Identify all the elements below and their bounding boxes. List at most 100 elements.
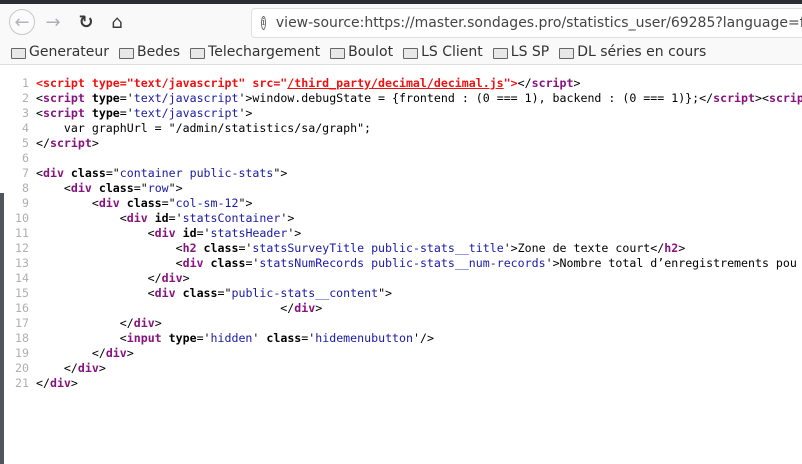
code-text: "> <box>168 181 183 195</box>
source-line: 20 </div> <box>0 361 802 376</box>
url-text[interactable]: view-source:https://master.sondages.pro/… <box>276 15 802 31</box>
tag-name: script <box>531 76 574 90</box>
folder-icon <box>403 47 419 59</box>
code-text: </ <box>36 376 50 390</box>
bookmarks-bar: Generateur Bedes Telechargement Boulot LS Cl… <box>0 40 802 65</box>
bookmark-label: DL séries en cours <box>577 44 707 60</box>
attribute-value: hidden <box>210 331 253 345</box>
tag-name: script <box>42 106 85 120</box>
browser-toolbar: ← → ↻ ⌂ i view-source:https://master.son… <box>0 4 802 40</box>
home-icon: ⌂ <box>111 11 123 33</box>
line-number: 20 <box>15 361 29 375</box>
line-number: 13 <box>15 256 29 270</box>
arrow-right-icon: → <box>45 11 61 33</box>
forward-button[interactable]: → <box>40 9 66 35</box>
reload-button[interactable]: ↻ <box>73 9 99 35</box>
attribute-name: class <box>70 166 106 180</box>
source-line: 21 </div> <box>0 376 802 391</box>
bookmark-folder[interactable]: LS SP <box>492 44 550 60</box>
code-text: =' <box>196 331 211 345</box>
code-text: < <box>36 241 183 255</box>
home-button[interactable]: ⌂ <box>104 9 130 35</box>
attribute-value: statsNumRecords public-stats__num-record… <box>259 256 546 270</box>
code-text: < <box>36 181 71 195</box>
tag-name: div <box>154 226 176 240</box>
code-text: '>Zone de texte court</ <box>503 241 665 255</box>
code-text: < <box>36 106 43 120</box>
folder-icon <box>559 47 575 59</box>
code-text: =" <box>105 166 120 180</box>
code-text: < <box>36 91 43 105</box>
info-icon[interactable]: i <box>261 16 266 30</box>
bookmark-label: LS Client <box>421 44 483 60</box>
url-bar[interactable]: i view-source:https://master.sondages.pr… <box>251 8 802 38</box>
bookmark-folder[interactable]: Generateur <box>11 44 109 60</box>
source-code: <div class="row"> <box>36 181 183 196</box>
source-line: 2 <script type='text/javascript'>window.d… <box>0 91 802 106</box>
line-number: 5 <box>22 136 29 150</box>
code-text: </ <box>36 271 162 285</box>
source-code: <input type='hidden' class='hidemenubutt… <box>36 331 434 346</box>
code-text: '> <box>280 211 295 225</box>
attribute-value: col-sm-12 <box>175 196 239 210</box>
code-text: </ <box>517 76 532 90</box>
bookmark-label: Boulot <box>348 44 394 60</box>
line-number: 10 <box>15 211 29 225</box>
back-button[interactable]: ← <box>9 9 35 35</box>
code-text: >< <box>755 91 769 105</box>
code-text: < <box>36 226 155 240</box>
source-link[interactable]: /third_party/decimal/decimal.js <box>287 76 503 90</box>
code-text: ' <box>252 331 267 345</box>
code-text: =" <box>161 196 176 210</box>
line-number: 3 <box>22 106 29 120</box>
tag-name: div <box>98 196 120 210</box>
bookmark-label: Generateur <box>29 44 110 60</box>
code-text: < <box>36 331 127 345</box>
code-text: > <box>182 271 190 285</box>
bookmark-folder[interactable]: DL séries en cours <box>559 44 706 60</box>
source-code: <script type='text/javascript'> <box>36 106 252 121</box>
attribute-name: type <box>91 91 120 105</box>
attribute-value: statsSurveyTitle public-stats__title <box>252 241 504 255</box>
code-text: '>Nombre total d’enregistrements pou <box>545 256 797 270</box>
bookmark-folder[interactable]: Boulot <box>330 44 393 60</box>
code-text: =' <box>119 91 134 105</box>
bookmark-label: LS SP <box>510 44 550 60</box>
bookmark-folder[interactable]: Telechargement <box>190 44 320 60</box>
line-number: 1 <box>22 76 29 90</box>
tag-name: script <box>713 91 755 105</box>
line-number: 11 <box>15 226 29 240</box>
code-text: =' <box>301 331 316 345</box>
source-line: 11 <div id='statsHeader'> <box>0 226 802 241</box>
code-text: < <box>36 196 99 210</box>
attribute-value: text/javascript <box>133 91 239 105</box>
source-line: 9 <div class="col-sm-12"> <box>0 196 802 211</box>
attribute-value: text/javascript <box>133 106 239 120</box>
arrow-left-icon: ← <box>14 11 30 33</box>
source-line: 8 <div class="row"> <box>0 181 802 196</box>
source-code: </script> <box>36 136 99 151</box>
source-code: <div class='statsNumRecords public-stats… <box>36 256 797 271</box>
folder-icon <box>119 47 135 59</box>
code-text: =' <box>196 226 211 240</box>
attribute-name: class <box>126 196 162 210</box>
code-text: > <box>678 241 686 255</box>
source-line: 19 </div> <box>0 346 802 361</box>
code-text: </ <box>36 361 78 375</box>
code-text: =' <box>238 241 253 255</box>
line-number: 14 <box>15 271 29 285</box>
bookmark-folder[interactable]: Bedes <box>119 44 180 60</box>
attribute-name: class <box>203 241 239 255</box>
line-number: 12 <box>15 241 29 255</box>
tag-name: div <box>154 286 176 300</box>
code-text: </ <box>36 301 295 315</box>
attribute-name: class <box>210 256 246 270</box>
source-view: 1 <script type="text/javascript" src="/th… <box>0 76 802 391</box>
error-text: "> <box>503 76 518 90</box>
tag-name: div <box>49 376 71 390</box>
bookmark-folder[interactable]: LS Client <box>403 44 483 60</box>
source-code: <div class="col-sm-12"> <box>36 196 253 211</box>
